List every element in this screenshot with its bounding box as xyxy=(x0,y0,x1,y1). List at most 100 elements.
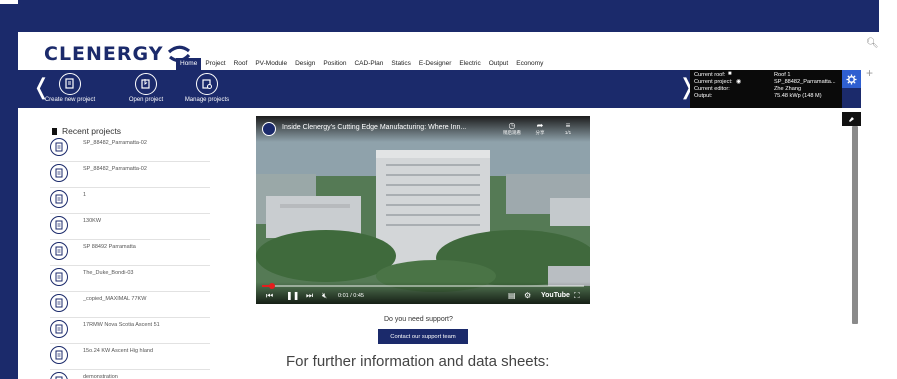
menu-item-electric[interactable]: Electric xyxy=(455,58,484,70)
project-icon: ◉ xyxy=(736,79,742,85)
fullscreen-icon[interactable]: ⛶ xyxy=(574,291,580,301)
next-icon[interactable]: ⏭︎ xyxy=(306,291,313,301)
recent-project-item[interactable]: 130KW xyxy=(50,214,210,240)
heading-bullet xyxy=(52,127,57,135)
video-top-actions: ◷ 稍后观看 ➦ 分享 ≡ 1/1 xyxy=(498,121,582,136)
project-file-icon xyxy=(50,138,68,156)
recent-project-name: The_Duke_Bondi-03 xyxy=(83,270,134,276)
create-new-project-label: Create new project xyxy=(44,97,96,103)
project-info-panel: Current roof: ■ Roof 1 Current project: … xyxy=(690,70,842,108)
playlist-icon: ≡ xyxy=(565,121,571,130)
top-accent xyxy=(0,0,18,4)
settings-button[interactable] xyxy=(842,70,861,88)
settings-gear-icon[interactable]: ⚙︎ xyxy=(524,291,531,300)
logo-text: CLENERGY xyxy=(44,43,164,65)
channel-logo-icon[interactable] xyxy=(262,122,276,136)
watch-later-icon: ◷ xyxy=(508,121,516,130)
project-file-icon xyxy=(50,242,68,260)
recent-project-item[interactable]: demonstration xyxy=(50,370,210,379)
project-file-icon xyxy=(50,346,68,364)
recent-project-name: demonstration xyxy=(83,374,118,379)
menu-item-economy[interactable]: Economy xyxy=(512,58,547,70)
recent-project-name: 1 xyxy=(83,192,87,198)
menu-item-statics[interactable]: Statics xyxy=(387,58,415,70)
recent-project-name: SP_88482_Parramatta-02 xyxy=(83,166,147,172)
project-file-icon xyxy=(50,294,68,312)
recent-project-item[interactable]: SP_88482_Parramatta-02 xyxy=(50,162,210,188)
browser-right-gutter xyxy=(879,0,897,379)
project-file-icon xyxy=(50,268,68,286)
open-project-icon xyxy=(135,73,157,95)
add-icon[interactable]: + xyxy=(866,66,873,80)
menu-item-project[interactable]: Project xyxy=(201,58,229,70)
recent-project-item[interactable]: SP_88482_Parramatta-02 xyxy=(50,136,210,162)
video-controls: ⏮︎ ❚❚ ⏭︎ 🔇︎ 0:01 / 0:45 ▤ ⚙︎ YouTube ⛶ xyxy=(256,282,590,304)
recent-project-name: 130KW xyxy=(83,218,102,224)
subtitles-icon[interactable]: ▤ xyxy=(508,291,516,300)
recent-project-item[interactable]: SP 88492 Parramatta xyxy=(50,240,210,266)
clenergy-logo[interactable]: CLENERGY xyxy=(44,42,191,66)
menu-item-home[interactable]: Home xyxy=(176,58,202,70)
support-question: Do you need support? xyxy=(384,316,453,323)
recent-project-name: 17RMW Nova Scotia Ascent 51 xyxy=(83,322,160,328)
scrollbar-thumb[interactable] xyxy=(852,126,858,324)
menu-item-e-designer[interactable]: E-Designer xyxy=(415,58,456,70)
current-roof-value: Roof 1 xyxy=(774,72,791,78)
recent-projects-list: SP_88482_Parramatta-02 SP_88482_Parramatt… xyxy=(50,136,210,379)
project-file-icon xyxy=(50,216,68,234)
project-file-icon xyxy=(50,320,68,338)
side-tool-button[interactable] xyxy=(842,112,861,126)
youtube-logo[interactable]: YouTube xyxy=(541,292,570,299)
current-project-value: SP_88482_Parramatta... xyxy=(774,79,836,85)
open-project-button[interactable]: Open project xyxy=(118,73,174,103)
video-player[interactable]: Inside Clenergy's Cutting Edge Manufactu… xyxy=(256,116,590,304)
pin-icon xyxy=(849,117,854,122)
new-project-icon xyxy=(59,73,81,95)
create-new-project-button[interactable]: Create new project xyxy=(40,73,100,103)
video-frame xyxy=(256,116,590,304)
left-frame-strip xyxy=(0,32,18,379)
main-menu: Home Project Roof PV-Module Design Position CA… xyxy=(176,58,547,70)
current-roof-label: Current roof: xyxy=(694,72,726,78)
menu-item-position[interactable]: Position xyxy=(319,58,350,70)
progress-bar[interactable] xyxy=(262,283,584,289)
search-icon[interactable]: 🔍︎ xyxy=(866,38,879,49)
recent-project-item[interactable]: _copied_MAXIMAL 77KW xyxy=(50,292,210,318)
recent-project-item[interactable]: 17RMW Nova Scotia Ascent 51 xyxy=(50,318,210,344)
share-icon: ➦ xyxy=(536,121,544,130)
progress-handle[interactable] xyxy=(268,283,275,289)
further-info-heading: For further information and data sheets: xyxy=(286,353,550,370)
recent-projects-heading: Recent projects xyxy=(52,126,121,136)
recent-project-name: _copied_MAXIMAL 77KW xyxy=(83,296,147,302)
manage-projects-icon xyxy=(196,73,218,95)
watch-later-label: 稍后观看 xyxy=(503,130,521,135)
recent-project-name: SP_88482_Parramatta-02 xyxy=(83,140,147,146)
recent-project-item[interactable]: 1 xyxy=(50,188,210,214)
share-button[interactable]: ➦ 分享 xyxy=(526,121,554,136)
pause-icon[interactable]: ❚❚ xyxy=(286,291,299,300)
previous-icon[interactable]: ⏮︎ xyxy=(266,291,273,301)
recent-project-item[interactable]: The_Duke_Bondi-03 xyxy=(50,266,210,292)
output-label: Output: xyxy=(694,93,713,99)
current-project-label: Current project: xyxy=(694,79,733,85)
project-file-icon xyxy=(50,190,68,208)
menu-item-pv-module[interactable]: PV-Module xyxy=(251,58,291,70)
project-file-icon xyxy=(50,372,68,379)
mute-icon[interactable]: 🔇︎ xyxy=(322,291,327,301)
manage-projects-label: Manage projects xyxy=(184,97,230,103)
project-file-icon xyxy=(50,164,68,182)
browser-top-bar xyxy=(0,0,879,32)
menu-item-design[interactable]: Design xyxy=(291,58,319,70)
share-label: 分享 xyxy=(535,130,545,135)
menu-item-cad-plan[interactable]: CAD-Plan xyxy=(350,58,387,70)
video-title[interactable]: Inside Clenergy's Cutting Edge Manufactu… xyxy=(282,124,466,131)
menu-item-output[interactable]: Output xyxy=(485,58,513,70)
watch-later-button[interactable]: ◷ 稍后观看 xyxy=(498,121,526,136)
contact-support-button[interactable]: Contact our support team xyxy=(378,329,468,344)
manage-projects-button[interactable]: Manage projects xyxy=(178,73,236,103)
playlist-button[interactable]: ≡ 1/1 xyxy=(554,121,582,136)
menu-item-roof[interactable]: Roof xyxy=(230,58,252,70)
recent-project-item[interactable]: 15o.24 KW Ascent Hig hland xyxy=(50,344,210,370)
video-time: 0:01 / 0:45 xyxy=(338,293,364,299)
open-project-label: Open project xyxy=(128,97,164,103)
